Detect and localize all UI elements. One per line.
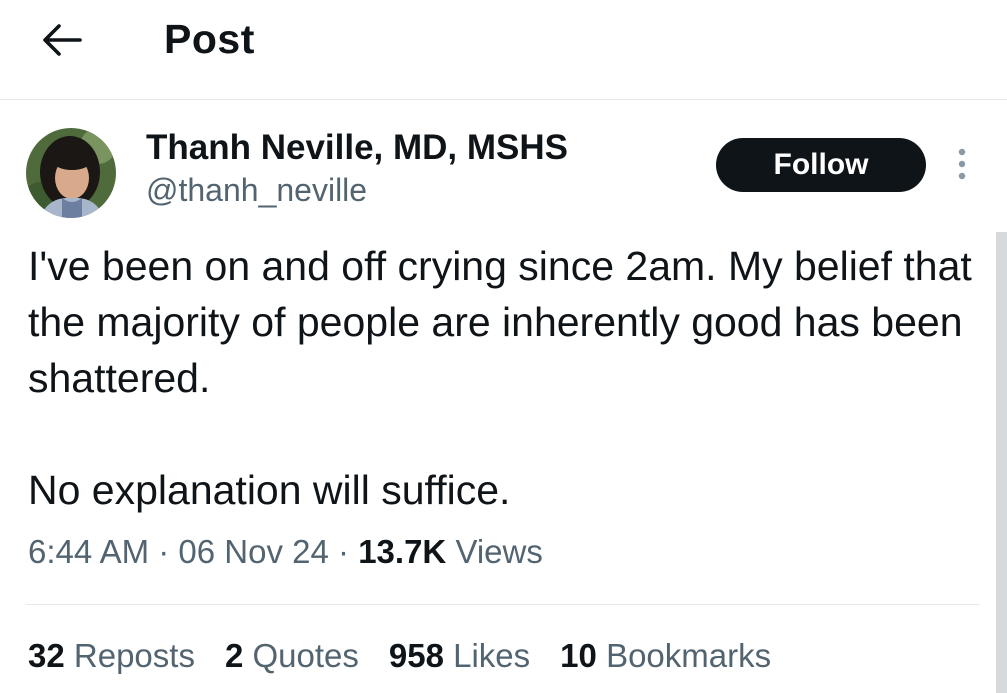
back-button[interactable] — [40, 18, 84, 62]
meta-separator: · — [338, 533, 350, 570]
arrow-left-icon — [43, 24, 82, 56]
author-handle[interactable]: @thanh_neville — [146, 172, 367, 209]
quotes-count: 2 — [224, 637, 244, 674]
reposts-label: Reposts — [73, 637, 195, 674]
top-bar: Post — [0, 0, 1007, 100]
post-meta: 6:44 AM · 06 Nov 24 · 13.7K Views — [28, 533, 543, 571]
post-stats: 32 Reposts 2 Quotes 958 Likes 10 Bookmar… — [28, 637, 771, 675]
bookmarks-count: 10 — [560, 637, 597, 674]
views-count: 13.7K — [358, 533, 447, 570]
follow-button[interactable]: Follow — [716, 138, 926, 192]
reposts-stat[interactable]: 32 Reposts — [28, 637, 195, 675]
avatar[interactable] — [26, 128, 116, 218]
views-label: Views — [455, 533, 543, 570]
divider — [26, 604, 980, 605]
quotes-label: Quotes — [252, 637, 359, 674]
post-time[interactable]: 6:44 AM — [28, 533, 149, 570]
more-options-button[interactable] — [946, 144, 978, 186]
more-vertical-icon — [958, 148, 966, 180]
bookmarks-label: Bookmarks — [606, 637, 772, 674]
author-name[interactable]: Thanh Neville, MD, MSHS — [146, 128, 568, 168]
quotes-stat[interactable]: 2 Quotes — [225, 637, 359, 675]
bookmarks-stat[interactable]: 10 Bookmarks — [560, 637, 771, 675]
reposts-count: 32 — [28, 637, 65, 674]
post-date[interactable]: 06 Nov 24 — [178, 533, 328, 570]
likes-label: Likes — [453, 637, 531, 674]
post-text: I've been on and off crying since 2am. M… — [28, 243, 972, 513]
likes-count: 958 — [388, 637, 444, 674]
page-title: Post — [164, 16, 255, 62]
meta-separator: · — [158, 533, 170, 570]
post-detail-page: Post Thanh Neville, MD, MSHS @thanh_nevi… — [0, 0, 1007, 693]
scrollbar[interactable] — [996, 232, 1007, 693]
avatar-photo — [26, 128, 116, 218]
likes-stat[interactable]: 958 Likes — [389, 637, 530, 675]
